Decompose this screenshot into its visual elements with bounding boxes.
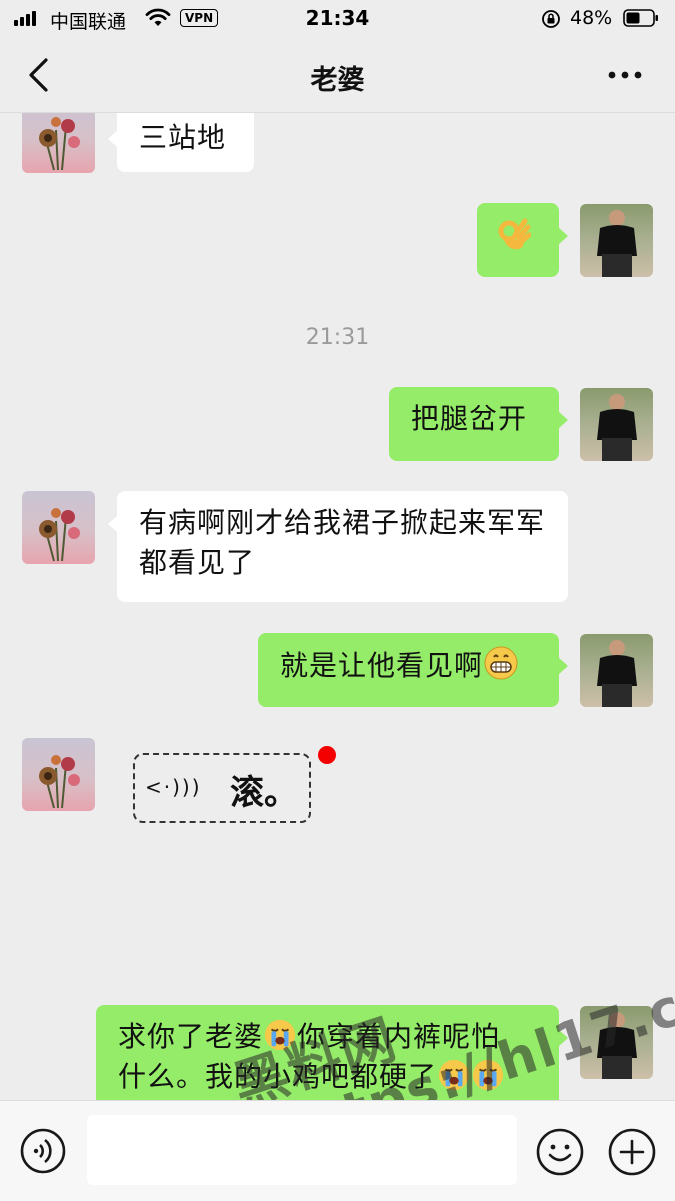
- voice-message[interactable]: <·))) 滚。: [133, 753, 311, 823]
- avatar-me[interactable]: [580, 634, 653, 707]
- message-bubble-me[interactable]: 就是让他看见啊: [258, 633, 568, 707]
- chat-title: 老婆: [310, 65, 365, 96]
- unread-dot: [318, 746, 336, 764]
- voice-wave-icon: <·))): [145, 775, 202, 799]
- plus-icon[interactable]: [607, 1127, 657, 1177]
- man-avatar-icon: [597, 640, 637, 707]
- voice-transcript: 滚。: [230, 773, 298, 813]
- avatar-me[interactable]: [580, 388, 653, 461]
- message-bubble-me[interactable]: [477, 203, 568, 277]
- chat-header: 老婆: [0, 38, 675, 113]
- flower-avatar-icon: [39, 755, 80, 809]
- message-bubble-me[interactable]: 把腿岔开: [389, 387, 568, 461]
- status-bar: 中国联通 VPN 21:34 48%: [0, 0, 675, 38]
- man-avatar-icon: [597, 210, 637, 277]
- message-bubble-her[interactable]: 三站地: [108, 113, 254, 172]
- message-list[interactable]: 三站地 21:31 把腿岔开 有病啊刚才给我裙子掀起来军军都看见了 就是让他看见…: [0, 113, 675, 1100]
- battery-icon: [623, 9, 658, 27]
- message-text-line-1: 求你了老婆: [118, 1020, 264, 1053]
- message-text: 有病啊刚才给我裙子掀起来军军都看见了: [139, 506, 546, 579]
- message-text: 三站地: [139, 121, 227, 154]
- man-avatar-icon: [597, 1012, 637, 1079]
- message-bubble-me[interactable]: 求你了老婆 你穿着内裤呢怕 什么。我的小鸡吧都硬了: [96, 1005, 568, 1100]
- message-bubble-her[interactable]: 有病啊刚才给我裙子掀起来军军都看见了: [108, 491, 568, 602]
- message-timestamp: 21:31: [305, 325, 370, 350]
- ok-hand-emoji: [498, 218, 531, 250]
- flower-avatar-icon: [39, 508, 80, 562]
- more-dots-icon[interactable]: [600, 60, 650, 90]
- avatar-me[interactable]: [580, 1006, 653, 1079]
- input-bar: [0, 1100, 675, 1201]
- message-text-line-2: 什么。我的小鸡吧都硬了: [118, 1060, 438, 1093]
- rotation-lock-icon: [542, 10, 560, 28]
- emoji-picker-icon[interactable]: [535, 1127, 585, 1177]
- avatar-her[interactable]: [22, 738, 95, 811]
- message-text-line-1b: 你穿着内裤呢怕: [297, 1020, 501, 1053]
- avatar-me[interactable]: [580, 204, 653, 277]
- message-input[interactable]: [87, 1115, 517, 1185]
- message-text: 把腿岔开: [411, 402, 528, 435]
- crying-emoji: [472, 1059, 504, 1091]
- crying-emoji: [264, 1019, 296, 1051]
- grin-emoji: [484, 646, 518, 680]
- crying-emoji: [438, 1059, 470, 1091]
- battery-percentage: 48%: [570, 7, 613, 29]
- voice-input-icon[interactable]: [19, 1127, 67, 1175]
- message-text: 就是让他看见啊: [280, 649, 484, 682]
- avatar-her[interactable]: [22, 113, 95, 173]
- man-avatar-icon: [597, 394, 637, 461]
- chevron-left-icon[interactable]: [22, 56, 56, 94]
- flower-avatar-icon: [39, 117, 80, 171]
- avatar-her[interactable]: [22, 491, 95, 564]
